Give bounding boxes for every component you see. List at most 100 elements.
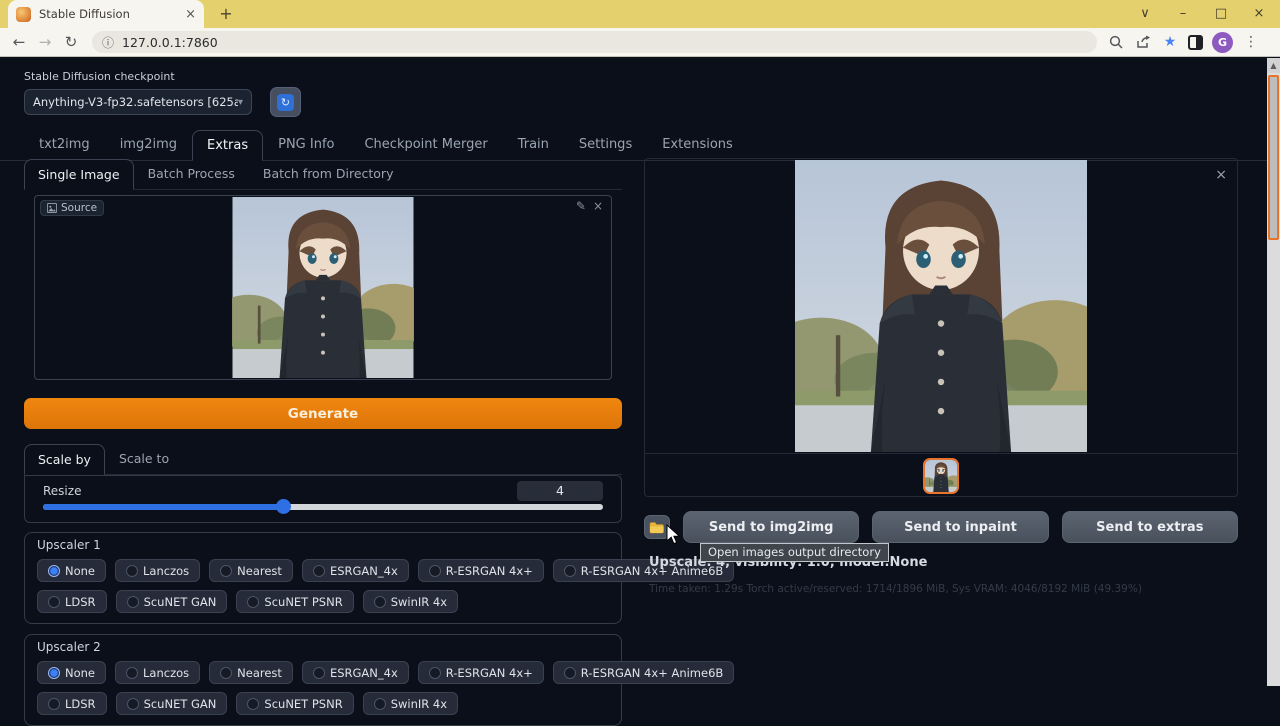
radio-icon[interactable] [48,596,60,608]
tab-settings[interactable]: Settings [564,129,647,160]
url-bar[interactable]: ⓘ 127.0.0.1:7860 [92,31,1097,53]
tab-png-info[interactable]: PNG Info [263,129,349,160]
tab-extensions[interactable]: Extensions [647,129,748,160]
option-label: ESRGAN_4x [330,666,398,680]
source-tab-batch-from-directory[interactable]: Batch from Directory [249,158,408,189]
radio-icon[interactable] [127,698,139,710]
upscaler-2-option-ldsr[interactable]: LDSR [37,692,107,715]
menu-dots-icon[interactable]: ⋮ [1242,33,1260,51]
window-maximize-button[interactable]: □ [1208,3,1234,25]
refresh-icon: ↻ [277,94,294,111]
radio-icon[interactable] [126,667,138,679]
output-actions-row: Send to img2img Send to inpaint Send to … [644,511,1238,543]
window-minimize-button[interactable]: – [1170,3,1196,25]
checkpoint-dropdown[interactable]: Anything-V3-fp32.safetensors [625a2ba2] … [24,89,252,115]
send-to-extras-button[interactable]: Send to extras [1062,511,1238,543]
radio-icon[interactable] [247,698,259,710]
upscaler-2-option-scunet-gan[interactable]: ScuNET GAN [116,692,228,715]
site-info-icon[interactable]: ⓘ [102,34,114,51]
result-gallery: × [644,158,1238,497]
radio-icon[interactable] [247,596,259,608]
option-label: LDSR [65,697,96,711]
reload-button[interactable]: ↻ [58,33,84,51]
tab-extras[interactable]: Extras [192,130,263,161]
tab-txt2img[interactable]: txt2img [24,129,105,160]
scale-by-panel: Resize 4 [24,475,622,523]
radio-icon[interactable] [48,698,60,710]
upscaler-1-option-scunet-psnr[interactable]: ScuNET PSNR [236,590,353,613]
radio-icon[interactable] [313,667,325,679]
upscaler-1-option-nearest[interactable]: Nearest [209,559,293,582]
side-panel-icon[interactable] [1188,35,1203,50]
resize-value-input[interactable]: 4 [517,481,603,501]
radio-icon[interactable] [220,667,232,679]
forward-button[interactable]: → [32,33,58,51]
radio-icon[interactable] [127,596,139,608]
bookmark-star-icon[interactable]: ★ [1161,33,1179,51]
zoom-search-icon[interactable] [1107,33,1125,51]
upscaler-1-option-lanczos[interactable]: Lanczos [115,559,200,582]
gallery-thumbnail-selected[interactable] [923,458,959,494]
gallery-close-icon[interactable]: × [1215,167,1227,183]
url-text: 127.0.0.1:7860 [122,35,218,50]
upscaler-1-option-esrgan-4x[interactable]: ESRGAN_4x [302,559,409,582]
refresh-checkpoints-button[interactable]: ↻ [270,87,301,117]
radio-icon[interactable] [48,565,60,577]
upscaler-1-option-ldsr[interactable]: LDSR [37,590,107,613]
option-label: Lanczos [143,666,189,680]
upscaler-2-option-r-esrgan-4x-[interactable]: R-ESRGAN 4x+ [418,661,544,684]
share-icon[interactable] [1134,33,1152,51]
tab-close-icon[interactable]: × [185,7,196,22]
upscaler-2-group: Upscaler 2 NoneLanczosNearestESRGAN_4xR-… [24,634,622,726]
tab-checkpoint-merger[interactable]: Checkpoint Merger [349,129,502,160]
upscaler-2-option-none[interactable]: None [37,661,106,684]
resize-slider[interactable] [43,504,603,510]
upscaler-2-option-lanczos[interactable]: Lanczos [115,661,200,684]
extras-output-column: × Send to img2img Send to inpaint Send t… [644,158,1238,595]
option-label: LDSR [65,595,96,609]
send-to-inpaint-button[interactable]: Send to inpaint [872,511,1048,543]
upscaler-2-option-r-esrgan-4x-anime6b[interactable]: R-ESRGAN 4x+ Anime6B [553,661,735,684]
clear-image-icon[interactable]: × [593,199,603,213]
scrollbar-thumb[interactable] [1268,75,1279,240]
upscaler-1-option-swinir-4x[interactable]: SwinIR 4x [363,590,458,613]
edit-image-icon[interactable]: ✎ [576,199,586,213]
upscaler-2-option-swinir-4x[interactable]: SwinIR 4x [363,692,458,715]
source-image-dropzone[interactable]: Source ✎ × [34,195,612,380]
source-tab-single-image[interactable]: Single Image [24,159,134,190]
radio-icon[interactable] [564,667,576,679]
radio-icon[interactable] [126,565,138,577]
scale-tab-scale-by[interactable]: Scale by [24,444,105,475]
upscaler-1-label: Upscaler 1 [37,538,609,552]
upscaler-1-option-none[interactable]: None [37,559,106,582]
radio-icon[interactable] [220,565,232,577]
page-scrollbar[interactable]: ▲ [1267,58,1280,686]
upscaler-1-option-scunet-gan[interactable]: ScuNET GAN [116,590,228,613]
profile-avatar[interactable]: G [1212,32,1233,53]
back-button[interactable]: ← [6,33,32,51]
radio-icon[interactable] [313,565,325,577]
radio-icon[interactable] [429,667,441,679]
result-image[interactable] [795,160,1087,452]
slider-handle[interactable] [276,499,291,514]
tab-img2img[interactable]: img2img [105,129,192,160]
upscaler-2-option-esrgan-4x[interactable]: ESRGAN_4x [302,661,409,684]
new-tab-button[interactable]: + [216,4,236,24]
upscaler-2-option-scunet-psnr[interactable]: ScuNET PSNR [236,692,353,715]
window-chevron-icon[interactable]: ∨ [1132,3,1158,25]
radio-icon[interactable] [564,565,576,577]
radio-icon[interactable] [429,565,441,577]
send-to-img2img-button[interactable]: Send to img2img [683,511,859,543]
browser-tab[interactable]: Stable Diffusion × [8,0,204,28]
radio-icon[interactable] [374,698,386,710]
scrollbar-up-icon[interactable]: ▲ [1267,58,1280,73]
upscaler-1-option-r-esrgan-4x-[interactable]: R-ESRGAN 4x+ [418,559,544,582]
window-close-button[interactable]: × [1246,3,1272,25]
source-tab-batch-process[interactable]: Batch Process [134,158,249,189]
radio-icon[interactable] [48,667,60,679]
scale-tab-scale-to[interactable]: Scale to [105,443,183,474]
radio-icon[interactable] [374,596,386,608]
generate-button[interactable]: Generate [24,398,622,429]
upscaler-2-option-nearest[interactable]: Nearest [209,661,293,684]
tab-train[interactable]: Train [503,129,564,160]
